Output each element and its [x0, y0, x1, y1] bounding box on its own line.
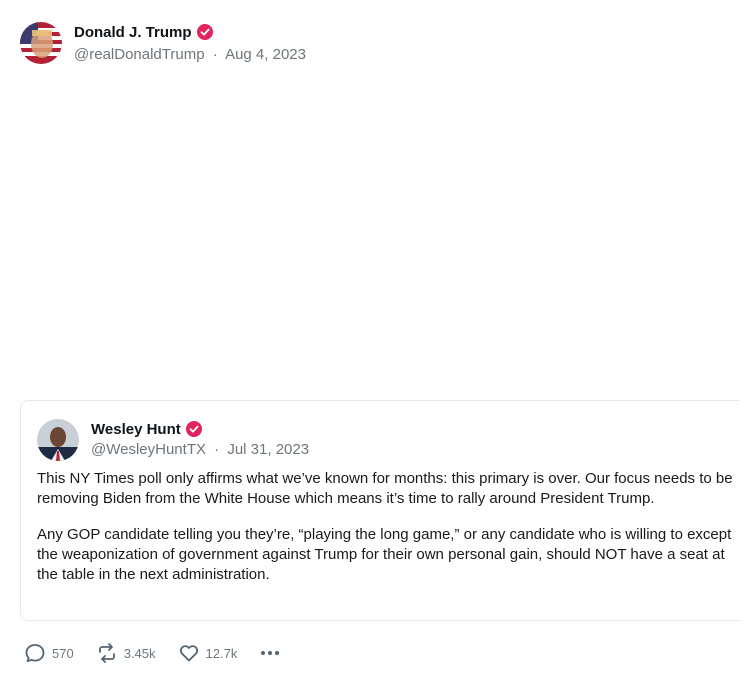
post-meta: @realDonaldTrump · Aug 4, 2023	[74, 46, 306, 63]
quote-paragraph: Any GOP candidate telling you they’re, “…	[37, 526, 732, 583]
meta-separator: ·	[214, 441, 220, 458]
meta-separator: ·	[212, 46, 218, 63]
reply-button[interactable]: 570	[24, 642, 74, 664]
heart-icon	[179, 645, 198, 662]
repost-icon	[98, 643, 115, 663]
ellipsis-icon	[261, 651, 280, 655]
avatar[interactable]	[20, 22, 62, 64]
more-options-button[interactable]	[259, 642, 287, 664]
post-media-area	[20, 80, 727, 390]
quote-text: This NY Times poll only affirms what we’…	[37, 469, 737, 601]
post-actions: 570 3.45k 12.7k	[24, 642, 287, 664]
reply-count: 570	[52, 645, 74, 661]
post-header: Donald J. Trump @realDonaldTrump · Aug 4…	[20, 22, 306, 64]
quote-avatar[interactable]	[37, 419, 79, 461]
post-date[interactable]: Aug 4, 2023	[225, 46, 306, 63]
quote-paragraph: This NY Times poll only affirms what we’…	[37, 470, 733, 507]
reply-icon	[25, 644, 45, 663]
quote-author-handle[interactable]: @WesleyHuntTX	[91, 441, 206, 458]
quoted-post-card[interactable]: Wesley Hunt @WesleyHuntTX · Jul 31, 2023…	[20, 400, 740, 621]
author-handle[interactable]: @realDonaldTrump	[74, 46, 205, 63]
verified-badge-icon	[185, 421, 202, 437]
like-count: 12.7k	[205, 645, 238, 661]
verified-badge-icon	[196, 24, 213, 40]
like-button[interactable]: 12.7k	[178, 642, 238, 664]
repost-button[interactable]: 3.45k	[96, 642, 156, 664]
quote-meta: @WesleyHuntTX · Jul 31, 2023	[91, 441, 309, 458]
author-name[interactable]: Donald J. Trump	[74, 24, 192, 41]
quote-date[interactable]: Jul 31, 2023	[227, 441, 309, 458]
repost-count: 3.45k	[123, 645, 156, 661]
quote-author-name[interactable]: Wesley Hunt	[91, 421, 181, 438]
